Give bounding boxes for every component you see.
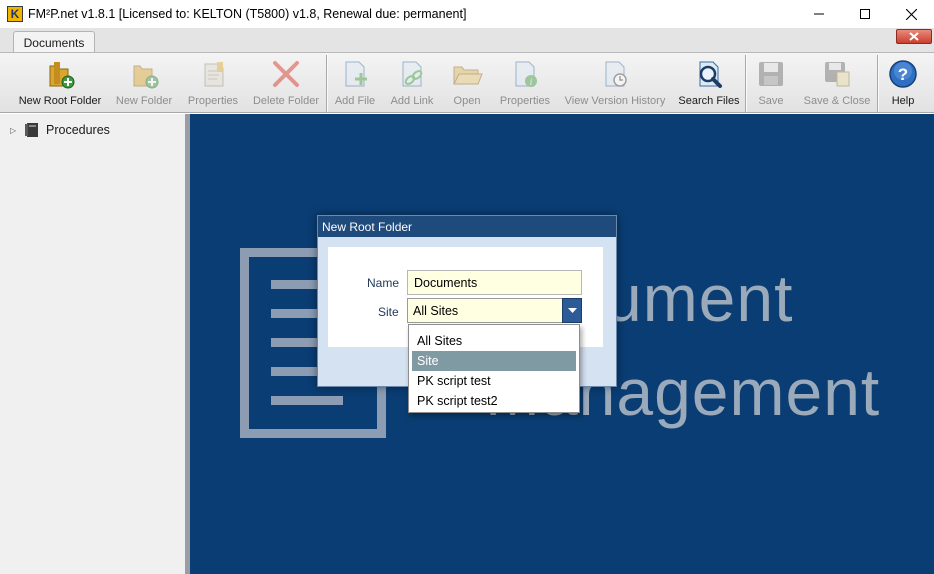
new-root-folder-icon <box>43 57 77 91</box>
save-icon <box>754 57 788 91</box>
svg-text:?: ? <box>898 65 908 84</box>
maximize-icon <box>860 9 870 19</box>
ribbon-separator <box>326 55 327 112</box>
title-bar: K FM²P.net v1.8.1 [Licensed to: KELTON (… <box>0 0 934 28</box>
dropdown-option-all-sites[interactable]: All Sites <box>412 331 576 351</box>
delete-folder-button[interactable]: Delete Folder <box>251 57 321 109</box>
name-input[interactable]: Documents <box>407 270 582 295</box>
site-select-value: All Sites <box>413 303 459 318</box>
add-link-button[interactable]: Add Link <box>388 57 436 109</box>
view-version-history-button[interactable]: View Version History <box>563 57 667 109</box>
help-icon: ? <box>886 57 920 91</box>
tab-documents[interactable]: Documents <box>13 31 95 53</box>
chevron-down-icon[interactable] <box>562 298 582 323</box>
folder-properties-button[interactable]: Properties <box>185 57 241 109</box>
open-button[interactable]: Open <box>448 57 486 109</box>
name-label: Name <box>367 276 400 290</box>
folder-properties-icon <box>196 57 230 91</box>
new-folder-icon <box>127 57 161 91</box>
delete-icon <box>269 57 303 91</box>
new-folder-button[interactable]: New Folder <box>113 57 175 109</box>
save-button[interactable]: Save <box>753 57 789 109</box>
dialog-title: New Root Folder <box>318 216 616 237</box>
minimize-icon <box>814 13 824 15</box>
site-dropdown-list: All Sites Site PK script test PK script … <box>408 324 580 413</box>
window-controls <box>796 0 934 28</box>
save-close-icon <box>820 57 854 91</box>
ribbon-close-button[interactable] <box>896 29 932 44</box>
version-history-icon <box>598 57 632 91</box>
search-icon <box>692 57 726 91</box>
open-folder-icon <box>450 57 484 91</box>
close-icon <box>909 32 919 41</box>
dropdown-option-site[interactable]: Site <box>412 351 576 371</box>
binder-icon <box>25 123 38 137</box>
window-title: FM²P.net v1.8.1 [Licensed to: KELTON (T5… <box>28 7 467 21</box>
search-files-button[interactable]: Search Files <box>678 57 740 109</box>
ribbon-separator <box>745 55 746 112</box>
site-label: Site <box>378 305 399 319</box>
close-button[interactable] <box>888 0 934 28</box>
dropdown-option-pk-script-test2[interactable]: PK script test2 <box>412 391 576 411</box>
file-properties-button[interactable]: i Properties <box>497 57 553 109</box>
minimize-button[interactable] <box>796 0 842 28</box>
tree-item-label: Procedures <box>46 123 110 137</box>
add-file-icon <box>338 57 372 91</box>
new-root-folder-button[interactable]: New Root Folder <box>17 57 103 109</box>
ribbon-toolbar: New Root Folder New Folder Properties De… <box>0 52 934 113</box>
add-link-icon <box>395 57 429 91</box>
app-logo-icon: K <box>7 6 23 22</box>
ribbon-separator <box>877 55 878 112</box>
folder-tree-pane: ▷ Procedures <box>0 114 185 574</box>
watermark-text-document: ument <box>605 261 794 335</box>
save-close-button[interactable]: Save & Close <box>802 57 872 109</box>
expand-arrow-icon[interactable]: ▷ <box>10 126 20 135</box>
maximize-button[interactable] <box>842 0 888 28</box>
file-properties-icon: i <box>508 57 542 91</box>
dropdown-option-pk-script-test[interactable]: PK script test <box>412 371 576 391</box>
help-button[interactable]: ? Help <box>884 57 922 109</box>
site-select[interactable]: All Sites <box>407 298 582 323</box>
add-file-button[interactable]: Add File <box>333 57 377 109</box>
tree-item-procedures[interactable]: ▷ Procedures <box>10 122 110 138</box>
ribbon-tab-strip: Documents <box>0 28 934 53</box>
close-icon <box>905 8 917 20</box>
